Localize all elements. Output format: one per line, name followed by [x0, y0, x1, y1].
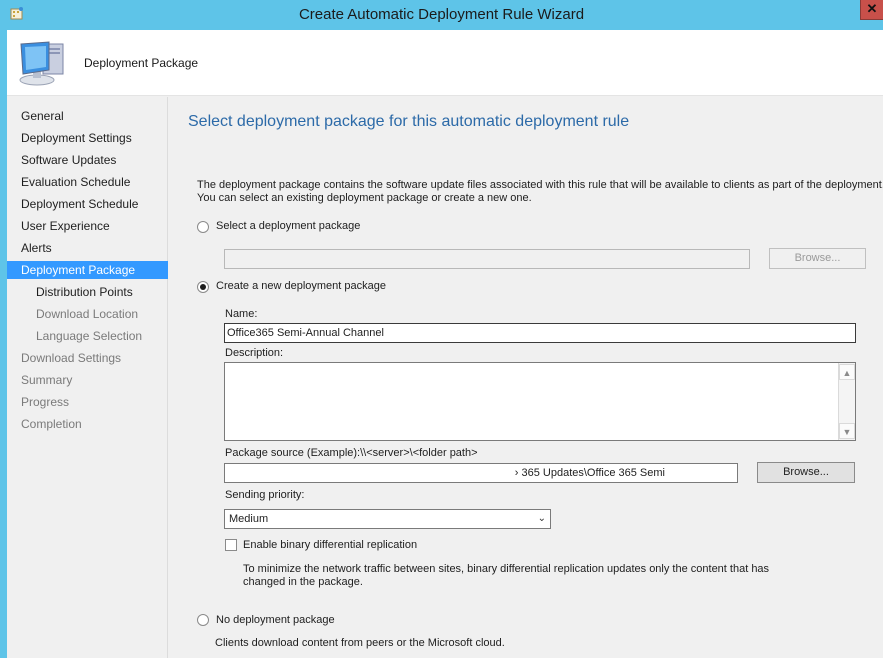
sidebar-item-download-location: Download Location [36, 307, 139, 321]
create-new-package-label[interactable]: Create a new deployment package [216, 280, 386, 292]
existing-package-field[interactable] [224, 249, 750, 269]
sidebar-item-user-experience[interactable]: User Experience [7, 217, 168, 235]
description-textarea[interactable]: ▲ ▼ [224, 362, 856, 441]
wizard-steps-sidebar: General Deployment Settings Software Upd… [7, 97, 168, 658]
bdr-note-line-1: To minimize the network traffic between … [243, 563, 770, 575]
wizard-header: Deployment Package [7, 30, 883, 96]
no-deployment-package-radio[interactable] [197, 614, 209, 626]
title-bar: Create Automatic Deployment Rule Wizard … [0, 0, 883, 30]
header-title: Deployment Package [84, 56, 199, 70]
computer-monitor-icon [19, 41, 64, 86]
window-frame-left [0, 30, 7, 658]
description-scrollbar[interactable]: ▲ ▼ [838, 363, 855, 440]
browse-existing-package-button[interactable]: Browse... [769, 248, 866, 269]
close-icon: ✕ [866, 1, 878, 16]
browse-package-source-button[interactable]: Browse... [757, 462, 855, 483]
select-existing-package-radio[interactable] [197, 221, 209, 233]
bdr-note: To minimize the network traffic between … [243, 563, 769, 589]
sidebar-item-progress: Progress [21, 395, 70, 409]
bdr-note-line-2: changed in the package. [243, 576, 363, 588]
scroll-down-icon[interactable]: ▼ [839, 423, 855, 439]
package-source-label: Package source (Example):\\<server>\<fol… [225, 447, 478, 459]
close-button[interactable]: ✕ [860, 0, 883, 20]
sidebar-item-distribution-points[interactable]: Distribution Points [7, 283, 168, 301]
select-existing-package-label[interactable]: Select a deployment package [216, 220, 360, 232]
sidebar-item-download-settings: Download Settings [21, 351, 122, 365]
sidebar-item-completion: Completion [21, 417, 82, 431]
chevron-down-icon: ⌄ [537, 513, 546, 524]
sidebar-item-general[interactable]: General [7, 107, 168, 125]
sidebar-item-deployment-schedule[interactable]: Deployment Schedule [7, 195, 168, 213]
package-source-input[interactable]: › 365 Updates\Office 365 Semi [224, 463, 738, 483]
wizard-content: Select deployment package for this autom… [169, 97, 883, 658]
create-new-package-radio[interactable] [197, 281, 209, 293]
intro-line-1: The deployment package contains the soft… [197, 179, 883, 191]
binary-differential-replication-checkbox[interactable] [225, 539, 237, 551]
sidebar-item-deployment-package[interactable]: Deployment Package [7, 261, 168, 279]
binary-differential-replication-label[interactable]: Enable binary differential replication [243, 539, 417, 551]
intro-line-2: You can select an existing deployment pa… [197, 192, 532, 204]
scroll-up-icon[interactable]: ▲ [839, 364, 855, 380]
no-package-note: Clients download content from peers or t… [215, 637, 505, 649]
description-label: Description: [225, 347, 284, 359]
sending-priority-label: Sending priority: [225, 489, 305, 501]
name-label: Name: [225, 308, 258, 320]
sidebar-item-summary: Summary [21, 373, 73, 387]
sending-priority-value: Medium [229, 513, 269, 525]
no-deployment-package-label[interactable]: No deployment package [216, 614, 335, 626]
sending-priority-select[interactable]: Medium ⌄ [224, 509, 551, 529]
sidebar-item-software-updates[interactable]: Software Updates [7, 151, 168, 169]
sidebar-item-language-selection: Language Selection [36, 329, 143, 343]
intro-text: The deployment package contains the soft… [197, 179, 883, 205]
page-title: Select deployment package for this autom… [188, 113, 630, 130]
sidebar-item-alerts[interactable]: Alerts [7, 239, 168, 257]
window-title: Create Automatic Deployment Rule Wizard [298, 6, 585, 23]
sidebar-item-deployment-settings[interactable]: Deployment Settings [7, 129, 168, 147]
sidebar-item-evaluation-schedule[interactable]: Evaluation Schedule [7, 173, 168, 191]
package-name-input[interactable]: Office365 Semi-Annual Channel [224, 323, 856, 343]
